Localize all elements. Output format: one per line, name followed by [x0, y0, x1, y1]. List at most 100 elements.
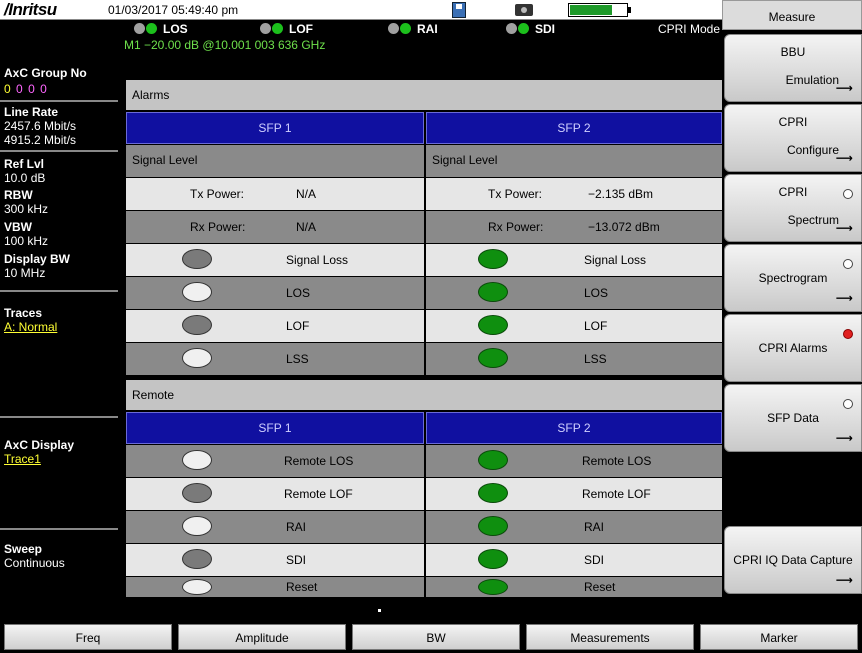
sfp1-alarm-led-icon: [182, 450, 212, 470]
status-dot-icon: [146, 23, 157, 34]
column-divider: [424, 577, 426, 597]
column-divider: [424, 478, 426, 510]
sweep-indicator: [378, 609, 381, 612]
spectrogram-softkey[interactable]: Spectrogram ⟶: [724, 244, 862, 312]
remote-row-sdi: SDI SDI: [126, 544, 722, 576]
column-divider: [424, 511, 426, 543]
measurements-menu-button[interactable]: Measurements: [526, 624, 694, 650]
sfp2-alarm-led-icon: [478, 549, 508, 569]
battery-level: [570, 5, 612, 15]
arrow-right-icon: ⟶: [835, 81, 853, 95]
marker-menu-button[interactable]: Marker: [700, 624, 858, 650]
alarm-label: Reset: [584, 580, 616, 594]
battery-tip: [628, 7, 631, 13]
sfp2-alarm-led-icon: [478, 483, 508, 503]
alarm-label: Remote LOS: [582, 454, 652, 468]
sfp1-header: SFP 1: [126, 112, 424, 144]
alarm-label: LSS: [286, 352, 309, 366]
sfp-header-row: SFP 1 SFP 2: [126, 112, 722, 144]
column-divider: [424, 244, 426, 276]
softkey-label: Spectrum: [787, 213, 839, 227]
alarm-row-los: LOS LOS: [126, 277, 722, 309]
traces-link[interactable]: A: Normal: [4, 320, 57, 334]
sfp1-alarm-led-icon: [182, 483, 212, 503]
alarm-label: Remote LOS: [284, 454, 354, 468]
column-divider: [424, 343, 426, 375]
remote-row-reset: Reset Reset: [126, 577, 722, 597]
softkey-label: CPRI: [778, 185, 808, 199]
sfp2-alarm-led-icon: [478, 579, 508, 595]
display-bw-value: 10 MHz: [4, 266, 46, 280]
rx-power-label: Rx Power:: [190, 220, 246, 234]
axc-display-title: AxC Display: [4, 438, 75, 452]
column-divider: [424, 544, 426, 576]
column-divider: [424, 178, 426, 210]
cpri-configure-softkey[interactable]: CPRI Configure ⟶: [724, 104, 862, 172]
sfp2-alarm-led-icon: [478, 348, 508, 368]
sfp1-alarm-led-icon: [182, 249, 212, 269]
softkey-label: CPRI Alarms: [758, 341, 828, 355]
alarm-label: SDI: [584, 553, 605, 567]
camera-icon[interactable]: [515, 4, 533, 16]
sfp-header-row: SFP 1 SFP 2: [126, 412, 722, 444]
arrow-right-icon: ⟶: [835, 151, 853, 165]
sfp1-alarm-led-icon: [182, 348, 212, 368]
bbu-emulation-softkey[interactable]: BBU Emulation ⟶: [724, 34, 862, 102]
axc-value: 0: [40, 82, 48, 96]
sfp2-alarm-led-icon: [478, 282, 508, 302]
column-divider: [424, 445, 426, 477]
sfp2-alarm-led-icon: [478, 249, 508, 269]
alarm-row-signal-loss: Signal Loss Signal Loss: [126, 244, 722, 276]
status-dot-icon: [272, 23, 283, 34]
status-lof: LOF: [260, 22, 313, 36]
alarm-row-lss: LSS LSS: [126, 343, 722, 375]
status-row: LOS LOF RAI SDI CPRI Mode M1 −20.00 dB @…: [120, 20, 722, 56]
sweep-value: Continuous: [4, 556, 65, 570]
column-divider: [424, 277, 426, 309]
column-divider: [424, 310, 426, 342]
status-dot-icon: [388, 23, 399, 34]
axc-display-link[interactable]: Trace1: [4, 452, 41, 466]
alarm-label: SDI: [286, 553, 307, 567]
section-label: Alarms: [132, 88, 170, 102]
status-label: LOS: [163, 22, 188, 36]
display-bw-title: Display BW: [4, 252, 71, 266]
save-icon[interactable]: [452, 2, 466, 18]
mode-label: CPRI Mode: [657, 22, 720, 36]
status-label: RAI: [417, 22, 438, 36]
freq-menu-button[interactable]: Freq: [4, 624, 172, 650]
divider: [0, 528, 118, 530]
cpri-iq-capture-softkey[interactable]: CPRI IQ Data Capture ⟶: [724, 526, 862, 594]
alarm-label: LOS: [286, 286, 311, 300]
sfp-data-softkey[interactable]: SFP Data ⟶: [724, 384, 862, 452]
signal-level-row: Signal Level Signal Level: [126, 145, 722, 177]
section-label: Remote: [132, 388, 175, 402]
vbw-title: VBW: [4, 220, 32, 234]
tx-power-row: Tx Power: N/A Tx Power: −2.135 dBm: [126, 178, 722, 210]
status-dot-icon: [260, 23, 271, 34]
sfp2-alarm-led-icon: [478, 516, 508, 536]
alarm-label: LOF: [286, 319, 310, 333]
bw-menu-button[interactable]: BW: [352, 624, 520, 650]
rx-power-row: Rx Power: N/A Rx Power: −13.072 dBm: [126, 211, 722, 243]
remote-section-header: Remote: [126, 380, 722, 410]
status-label: LOF: [289, 22, 313, 36]
alarm-label: LSS: [584, 352, 607, 366]
arrow-right-icon: ⟶: [835, 573, 853, 587]
status-label: SDI: [535, 22, 556, 36]
ref-lvl-value: 10.0 dB: [4, 171, 46, 185]
sfp2-label: SFP 2: [557, 121, 591, 135]
divider: [0, 150, 118, 152]
sfp2-rx-value: −13.072 dBm: [588, 220, 660, 234]
softkey-label: Spectrogram: [758, 271, 828, 285]
cpri-spectrum-softkey[interactable]: CPRI Spectrum ⟶: [724, 174, 862, 242]
alarm-label: LOS: [584, 286, 609, 300]
cpri-alarms-softkey[interactable]: CPRI Alarms: [724, 314, 862, 382]
sfp1-alarm-led-icon: [182, 315, 212, 335]
parameter-panel: AxC Group No 0 0 0 0 Line Rate 2457.6 Mb…: [0, 20, 120, 597]
line-rate-title: Line Rate: [4, 105, 59, 119]
amplitude-menu-button[interactable]: Amplitude: [178, 624, 346, 650]
axc-group-title: AxC Group No: [4, 66, 87, 80]
brand-logo: /Inritsu: [4, 0, 57, 19]
menu-title: Measure: [722, 0, 862, 30]
